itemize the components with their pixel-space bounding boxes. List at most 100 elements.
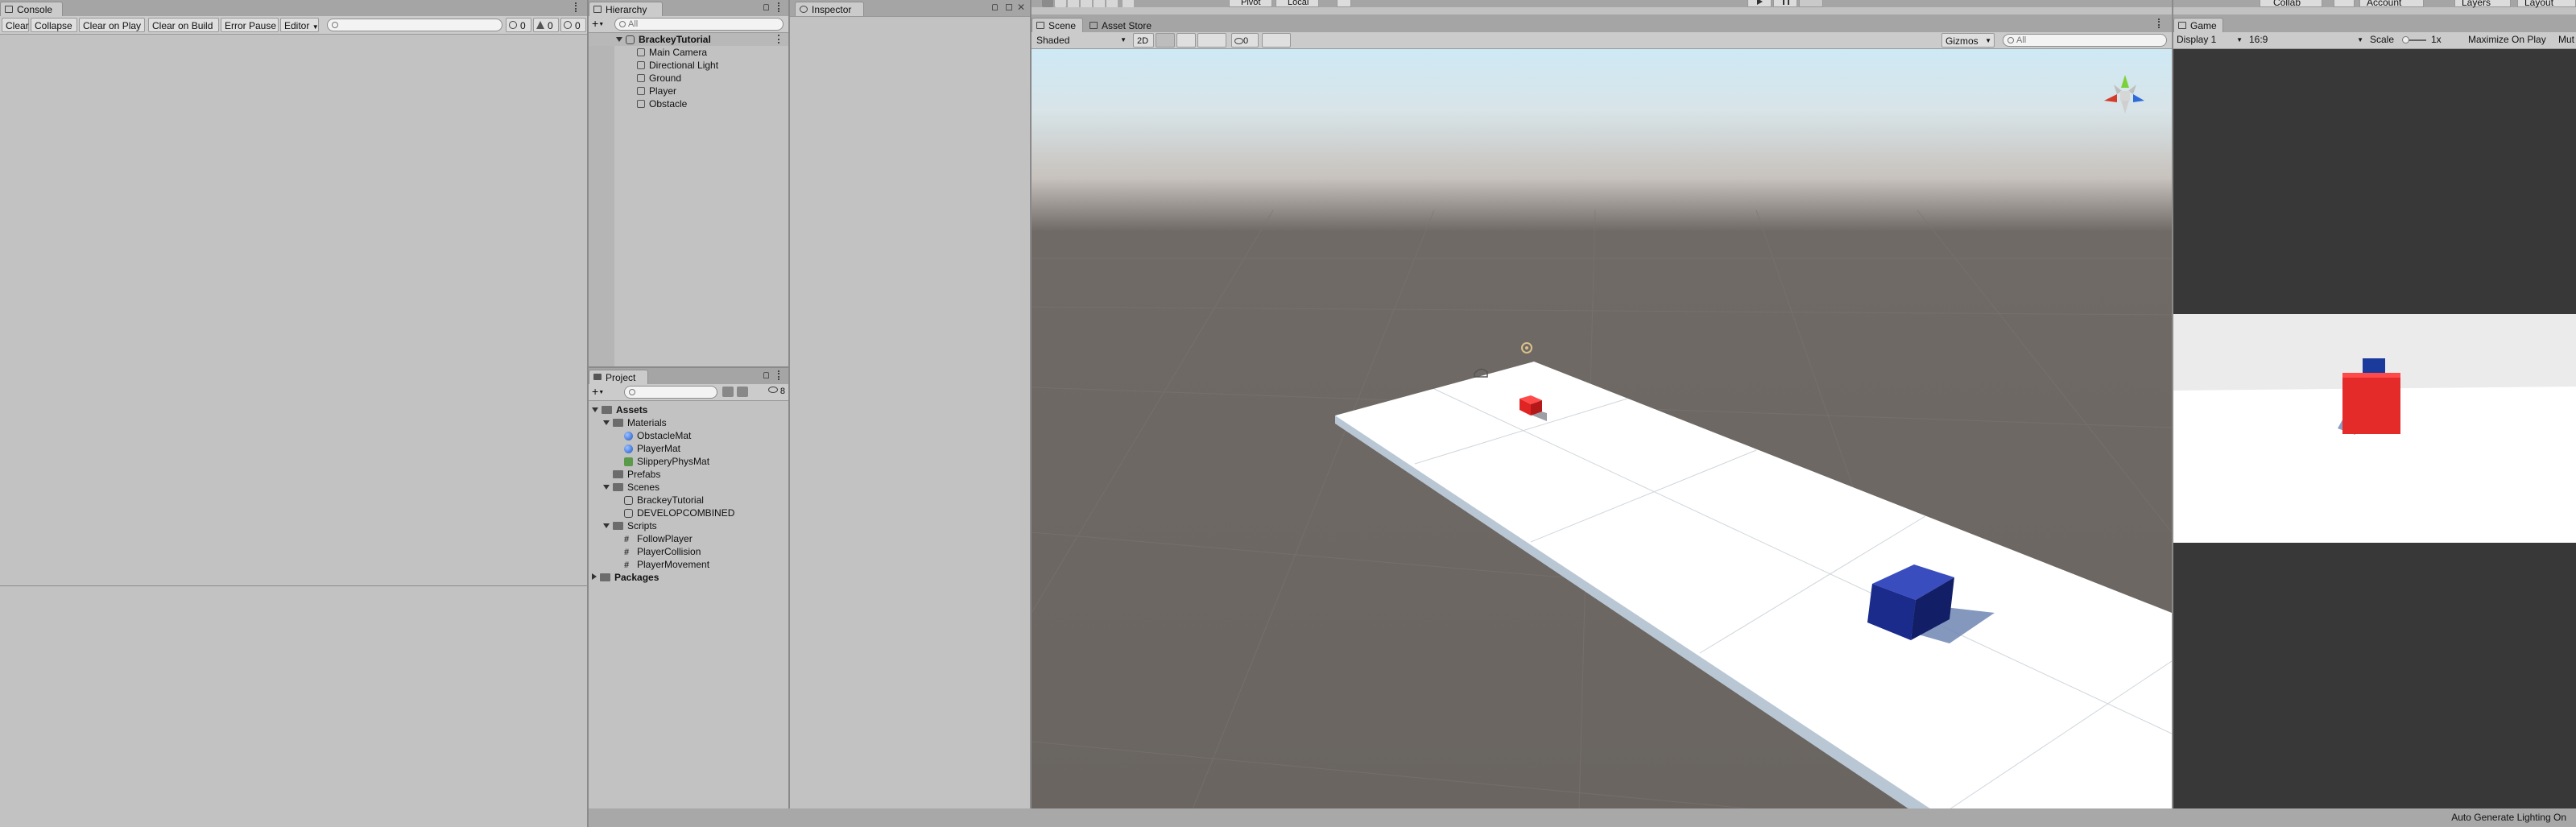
pause-button[interactable]: [1773, 0, 1797, 7]
lock-icon[interactable]: [763, 372, 769, 378]
expand-arrow-icon[interactable]: [603, 523, 610, 528]
folder-scenes[interactable]: Scenes: [592, 481, 734, 494]
tab-scene[interactable]: Scene: [1032, 18, 1083, 32]
hierarchy-item-obstacle[interactable]: Obstacle: [637, 97, 718, 110]
layers-button[interactable]: Layers: [2454, 0, 2511, 8]
error-pause-button[interactable]: Error Pause: [221, 18, 279, 32]
folder-materials[interactable]: Materials: [592, 416, 734, 429]
tab-hierarchy[interactable]: Hierarchy: [589, 2, 663, 16]
clear-on-play-button[interactable]: Clear on Play: [79, 18, 145, 32]
transform-tool-icon[interactable]: [1106, 0, 1118, 7]
hierarchy-item-directional-light[interactable]: Directional Light: [637, 59, 718, 72]
asset-item[interactable]: ObstacleMat: [592, 429, 734, 442]
folder-assets[interactable]: Assets: [592, 403, 734, 416]
gameobject-icon: [637, 48, 645, 56]
lock-icon[interactable]: [763, 4, 769, 10]
hierarchy-search-input[interactable]: All: [614, 18, 784, 31]
warning-count-toggle[interactable]: 0: [533, 18, 559, 32]
account-button[interactable]: Account: [2359, 0, 2424, 8]
folder-prefabs[interactable]: Prefabs: [592, 468, 734, 481]
tab-inspector[interactable]: Inspector: [795, 2, 864, 16]
scene-visibility-toggle[interactable]: 0: [1231, 33, 1259, 48]
maximize-on-play-toggle[interactable]: Maximize On Play: [2468, 32, 2546, 48]
editor-dropdown[interactable]: Editor ▼: [280, 18, 319, 32]
tab-asset-store[interactable]: Asset Store: [1085, 18, 1168, 32]
expand-arrow-icon[interactable]: [603, 420, 610, 425]
log-count-toggle[interactable]: 0: [506, 18, 531, 32]
shading-mode-dropdown[interactable]: Shaded ▼: [1033, 33, 1130, 48]
grid-toggle-icon[interactable]: [1262, 33, 1291, 48]
aspect-dropdown[interactable]: 16:9 ▼: [2249, 32, 2365, 48]
hierarchy-project-splitter[interactable]: [589, 366, 788, 368]
mute-audio-toggle[interactable]: Mut: [2558, 32, 2574, 48]
hierarchy-item-ground[interactable]: Ground: [637, 72, 718, 85]
clear-on-build-button[interactable]: Clear on Build: [148, 18, 219, 32]
search-by-type-icon[interactable]: [722, 387, 734, 397]
local-button[interactable]: Local: [1276, 0, 1319, 7]
hierarchy-item-player[interactable]: Player: [637, 85, 718, 97]
console-search-input[interactable]: [327, 19, 502, 31]
lock-icon[interactable]: [992, 4, 998, 10]
snap-button[interactable]: [1337, 0, 1351, 7]
scale-slider[interactable]: [2402, 36, 2426, 43]
search-by-label-icon[interactable]: [737, 387, 748, 397]
panel-menu-icon[interactable]: [778, 2, 782, 12]
folder-scripts[interactable]: Scripts: [592, 519, 734, 532]
collab-button[interactable]: Collab: [2260, 0, 2322, 8]
effects-dropdown-icon[interactable]: [1197, 33, 1226, 48]
hand-tool-icon[interactable]: [1042, 0, 1053, 7]
camera-settings-dropdown[interactable]: [1916, 33, 1940, 48]
gizmos-dropdown[interactable]: Gizmos ▼: [1941, 33, 1995, 48]
scene-menu-icon[interactable]: [778, 35, 782, 43]
clear-button[interactable]: Clear: [2, 18, 29, 32]
asset-item[interactable]: DEVELOPCOMBINED: [592, 507, 734, 519]
cloud-icon[interactable]: [2334, 0, 2355, 7]
rect-tool-icon[interactable]: [1094, 0, 1105, 7]
collapse-button[interactable]: Collapse: [31, 18, 77, 32]
folder-icon: [600, 573, 610, 581]
folder-packages[interactable]: Packages: [592, 571, 734, 584]
project-search-input[interactable]: [624, 386, 717, 399]
rotate-tool-icon[interactable]: [1068, 0, 1079, 7]
panel-menu-icon[interactable]: [575, 2, 579, 12]
tools-icon[interactable]: [1895, 33, 1912, 48]
asset-item[interactable]: # PlayerMovement: [592, 558, 734, 571]
asset-item[interactable]: # PlayerCollision: [592, 545, 734, 558]
tab-game[interactable]: Game: [2173, 18, 2223, 32]
panel-menu-icon[interactable]: [778, 370, 782, 380]
create-button[interactable]: +▼: [592, 18, 611, 30]
asset-item[interactable]: BrackeyTutorial: [592, 494, 734, 507]
create-button[interactable]: +▼: [592, 386, 611, 398]
layout-button[interactable]: Layout: [2517, 0, 2576, 8]
hidden-packages-toggle[interactable]: 8: [753, 386, 785, 398]
custom-tool-icon[interactable]: [1123, 0, 1134, 7]
collapsed-arrow-icon[interactable]: [592, 573, 597, 580]
tab-project[interactable]: Project: [589, 370, 648, 384]
asset-item[interactable]: PlayerMat: [592, 442, 734, 455]
hierarchy-scene-row[interactable]: BrackeyTutorial: [589, 33, 788, 46]
hierarchy-item-main-camera[interactable]: Main Camera: [637, 46, 718, 59]
toggle-2d-button[interactable]: 2D: [1133, 33, 1154, 48]
asset-item[interactable]: # FollowPlayer: [592, 532, 734, 545]
error-count-toggle[interactable]: 0: [560, 18, 586, 32]
scale-slider-handle[interactable]: [2402, 36, 2409, 43]
play-button[interactable]: [1747, 0, 1772, 7]
scene-search-input[interactable]: All: [2003, 34, 2167, 47]
lighting-toggle-icon[interactable]: [1156, 33, 1175, 48]
status-text[interactable]: Auto Generate Lighting On: [2451, 812, 2566, 823]
step-button[interactable]: [1799, 0, 1823, 7]
expand-arrow-icon[interactable]: [616, 37, 622, 42]
panel-menu-icon[interactable]: [2158, 19, 2162, 28]
close-icon[interactable]: ✕: [1017, 2, 1025, 13]
move-tool-icon[interactable]: [1055, 0, 1066, 7]
expand-arrow-icon[interactable]: [592, 407, 598, 412]
display-dropdown[interactable]: Display 1 ▼: [2177, 32, 2244, 48]
audio-toggle-icon[interactable]: [1176, 33, 1196, 48]
scale-tool-icon[interactable]: [1081, 0, 1092, 7]
scene-viewport[interactable]: [1032, 49, 2172, 809]
pivot-button[interactable]: Pivot: [1229, 0, 1272, 7]
maximize-icon[interactable]: [1006, 4, 1012, 10]
expand-arrow-icon[interactable]: [603, 485, 610, 490]
tab-console[interactable]: Console: [0, 2, 63, 16]
asset-item[interactable]: SlipperyPhysMat: [592, 455, 734, 468]
